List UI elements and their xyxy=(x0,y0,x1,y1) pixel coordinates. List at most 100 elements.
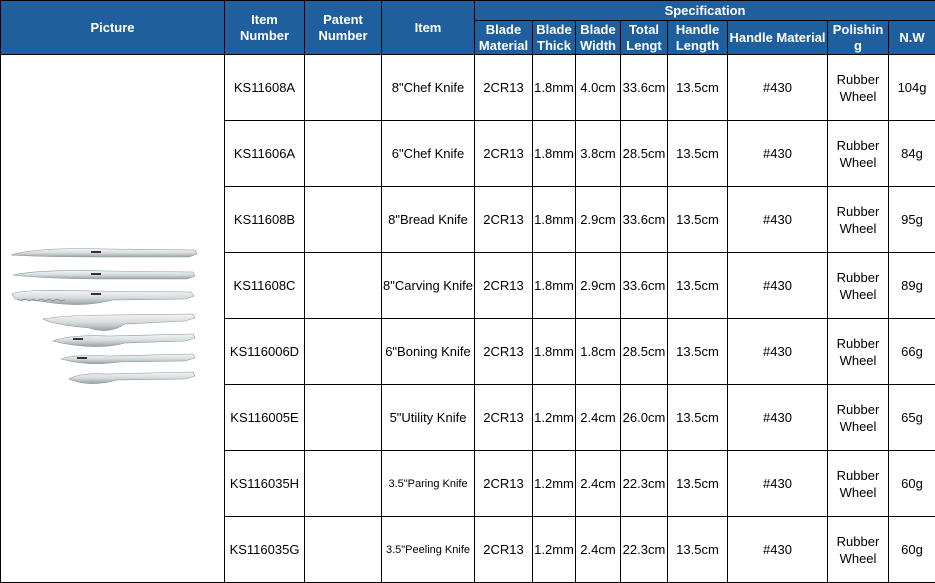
cell-handle-length: 13.5cm xyxy=(668,319,728,385)
cell-item: 8"Carving Knife xyxy=(382,253,475,319)
cell-nw: 60g xyxy=(889,451,935,517)
cell-blade-width: 2.4cm xyxy=(576,517,621,583)
cell-blade-width: 2.4cm xyxy=(576,451,621,517)
cell-patent-number xyxy=(305,121,382,187)
cell-handle-length: 13.5cm xyxy=(668,253,728,319)
cell-handle-material: #430 xyxy=(728,187,828,253)
cell-patent-number xyxy=(305,517,382,583)
cell-item: 6"Boning Knife xyxy=(382,319,475,385)
cell-blade-material: 2CR13 xyxy=(475,187,533,253)
cell-total-length: 22.3cm xyxy=(621,451,668,517)
cell-blade-thick: 1.2mm xyxy=(533,385,576,451)
cell-handle-length: 13.5cm xyxy=(668,385,728,451)
cell-item-number: KS116035G xyxy=(225,517,305,583)
cell-blade-width: 2.9cm xyxy=(576,253,621,319)
cell-handle-material: #430 xyxy=(728,253,828,319)
cell-patent-number xyxy=(305,451,382,517)
cell-polishing: Rubber Wheel xyxy=(828,319,889,385)
cell-patent-number xyxy=(305,319,382,385)
cell-patent-number xyxy=(305,187,382,253)
header-item: Item xyxy=(382,1,475,55)
cell-item: 3.5"Peeling Knife xyxy=(382,517,475,583)
cell-item-number: KS11608C xyxy=(225,253,305,319)
cell-patent-number xyxy=(305,253,382,319)
cell-handle-material: #430 xyxy=(728,121,828,187)
cell-blade-thick: 1.8mm xyxy=(533,121,576,187)
cell-nw: 66g xyxy=(889,319,935,385)
cell-item: 3.5"Paring Knife xyxy=(382,451,475,517)
cell-item-number: KS116006D xyxy=(225,319,305,385)
cell-handle-material: #430 xyxy=(728,55,828,121)
cell-nw: 104g xyxy=(889,55,935,121)
header-item-number: Item Number xyxy=(225,1,305,55)
cell-item-number: KS11608A xyxy=(225,55,305,121)
cell-blade-material: 2CR13 xyxy=(475,253,533,319)
cell-nw: 95g xyxy=(889,187,935,253)
cell-item: 6"Chef Knife xyxy=(382,121,475,187)
header-handle-material: Handle Material xyxy=(728,21,828,55)
cell-polishing: Rubber Wheel xyxy=(828,451,889,517)
cell-polishing: Rubber Wheel xyxy=(828,121,889,187)
cell-blade-width: 4.0cm xyxy=(576,55,621,121)
cell-blade-thick: 1.8mm xyxy=(533,55,576,121)
header-blade-width: Blade Width xyxy=(576,21,621,55)
cell-nw: 89g xyxy=(889,253,935,319)
cell-blade-thick: 1.8mm xyxy=(533,253,576,319)
cell-handle-material: #430 xyxy=(728,517,828,583)
cell-blade-material: 2CR13 xyxy=(475,517,533,583)
header-blade-thick: Blade Thick xyxy=(533,21,576,55)
picture-cell xyxy=(1,55,225,583)
cell-total-length: 28.5cm xyxy=(621,121,668,187)
cell-item-number: KS11608B xyxy=(225,187,305,253)
table-row: KS11608A 8"Chef Knife 2CR13 1.8mm 4.0cm … xyxy=(1,55,935,121)
cell-blade-width: 1.8cm xyxy=(576,319,621,385)
cell-blade-width: 3.8cm xyxy=(576,121,621,187)
cell-nw: 84g xyxy=(889,121,935,187)
cell-blade-material: 2CR13 xyxy=(475,319,533,385)
cell-polishing: Rubber Wheel xyxy=(828,55,889,121)
cell-handle-length: 13.5cm xyxy=(668,451,728,517)
cell-handle-length: 13.5cm xyxy=(668,121,728,187)
cell-item: 5"Utility Knife xyxy=(382,385,475,451)
cell-total-length: 33.6cm xyxy=(621,55,668,121)
cell-patent-number xyxy=(305,55,382,121)
cell-total-length: 33.6cm xyxy=(621,187,668,253)
cell-blade-thick: 1.8mm xyxy=(533,319,576,385)
cell-blade-material: 2CR13 xyxy=(475,121,533,187)
cell-polishing: Rubber Wheel xyxy=(828,187,889,253)
header-picture: Picture xyxy=(1,1,225,55)
cell-polishing: Rubber Wheel xyxy=(828,517,889,583)
cell-blade-material: 2CR13 xyxy=(475,55,533,121)
cell-blade-width: 2.9cm xyxy=(576,187,621,253)
header-nw: N.W xyxy=(889,21,935,55)
cell-blade-material: 2CR13 xyxy=(475,385,533,451)
cell-item-number: KS116005E xyxy=(225,385,305,451)
cell-handle-length: 13.5cm xyxy=(668,187,728,253)
cell-blade-thick: 1.2mm xyxy=(533,451,576,517)
cell-nw: 65g xyxy=(889,385,935,451)
cell-nw: 60g xyxy=(889,517,935,583)
cell-item: 8"Bread Knife xyxy=(382,187,475,253)
header-patent-number: Patent Number xyxy=(305,1,382,55)
cell-item: 8"Chef Knife xyxy=(382,55,475,121)
header-blade-material: Blade Material xyxy=(475,21,533,55)
cell-patent-number xyxy=(305,385,382,451)
cell-blade-material: 2CR13 xyxy=(475,451,533,517)
cell-blade-thick: 1.8mm xyxy=(533,187,576,253)
spec-table: Picture Item Number Patent Number Item S… xyxy=(0,0,935,583)
cell-polishing: Rubber Wheel xyxy=(828,385,889,451)
cell-handle-length: 13.5cm xyxy=(668,517,728,583)
cell-handle-material: #430 xyxy=(728,385,828,451)
cell-item-number: KS11606A xyxy=(225,121,305,187)
cell-total-length: 26.0cm xyxy=(621,385,668,451)
header-specification: Specification xyxy=(475,1,935,21)
cell-total-length: 33.6cm xyxy=(621,253,668,319)
cell-handle-material: #430 xyxy=(728,319,828,385)
cell-blade-thick: 1.2mm xyxy=(533,517,576,583)
header-handle-length: Handle Length xyxy=(668,21,728,55)
cell-item-number: KS116035H xyxy=(225,451,305,517)
cell-handle-length: 13.5cm xyxy=(668,55,728,121)
cell-polishing: Rubber Wheel xyxy=(828,253,889,319)
header-total-length: Total Lengt xyxy=(621,21,668,55)
cell-blade-width: 2.4cm xyxy=(576,385,621,451)
